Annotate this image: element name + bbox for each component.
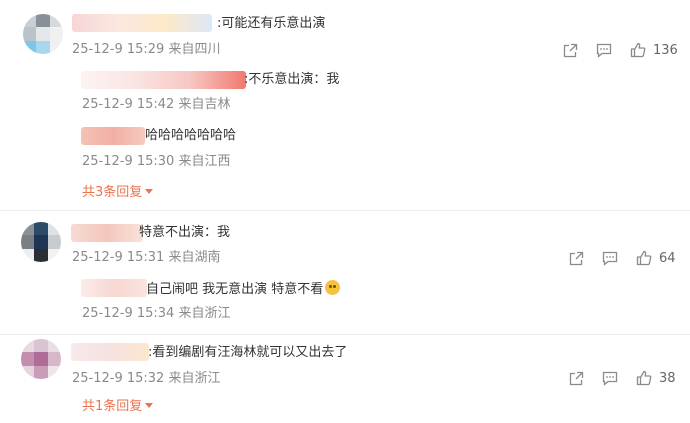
laughing-emoji-icon xyxy=(325,280,341,295)
comment-meta: 25-12-9 15:31 来自湖南 xyxy=(72,250,221,265)
share-button[interactable] xyxy=(569,371,584,386)
comment-button[interactable] xyxy=(602,251,618,266)
more-replies-link[interactable]: 共1条回复 xyxy=(82,398,154,416)
like-count: 136 xyxy=(653,42,678,58)
reply-meta: 25-12-9 15:42 来自吉林 xyxy=(82,97,231,112)
more-replies-link[interactable]: 共3条回复 xyxy=(82,184,154,202)
share-icon xyxy=(569,251,584,266)
like-count: 38 xyxy=(659,370,676,386)
avatar[interactable] xyxy=(21,339,61,379)
thumbs-up-icon xyxy=(630,42,646,58)
comment-text: :可能还有乐意出演 xyxy=(217,16,326,31)
reply-username-blurred[interactable] xyxy=(81,71,246,89)
comment-text: 特意不出演：我 xyxy=(139,225,231,240)
comment-text: :看到编剧有汪海林就可以又出去了 xyxy=(148,345,348,360)
comment-icon xyxy=(602,371,618,386)
username-blurred[interactable] xyxy=(71,224,143,242)
comment-button[interactable] xyxy=(596,43,612,58)
thumbs-up-icon xyxy=(636,250,652,266)
like-button[interactable]: 136 xyxy=(630,42,678,58)
share-button[interactable] xyxy=(563,43,578,58)
comment-meta: 25-12-9 15:29 来自四川 xyxy=(72,42,221,57)
comment-button[interactable] xyxy=(602,371,618,386)
comment-icon xyxy=(596,43,612,58)
reply-username-blurred[interactable] xyxy=(81,127,145,145)
avatar[interactable] xyxy=(23,14,63,54)
caret-down-icon xyxy=(145,189,154,194)
share-icon xyxy=(563,43,578,58)
caret-down-icon xyxy=(145,403,154,408)
like-count: 64 xyxy=(659,250,676,266)
divider xyxy=(0,334,690,335)
like-button[interactable]: 64 xyxy=(636,250,676,266)
reply-text: 自己闹吧 我无意出演 特意不看 xyxy=(146,280,341,299)
thumbs-up-icon xyxy=(636,370,652,386)
username-blurred[interactable] xyxy=(71,343,149,361)
reply-meta: 25-12-9 15:34 来自浙江 xyxy=(82,306,231,321)
comment-icon xyxy=(602,251,618,266)
reply-username-blurred[interactable] xyxy=(81,279,147,297)
reply-text: 哈哈哈哈哈哈哈 xyxy=(145,128,237,143)
reply-text: :不乐意出演：我 xyxy=(244,72,340,87)
username-blurred[interactable] xyxy=(72,14,212,32)
share-button[interactable] xyxy=(569,251,584,266)
share-icon xyxy=(569,371,584,386)
comment-meta: 25-12-9 15:32 来自浙江 xyxy=(72,371,221,386)
reply-meta: 25-12-9 15:30 来自江西 xyxy=(82,154,231,169)
like-button[interactable]: 38 xyxy=(636,370,676,386)
avatar[interactable] xyxy=(21,222,61,262)
divider xyxy=(0,210,690,211)
